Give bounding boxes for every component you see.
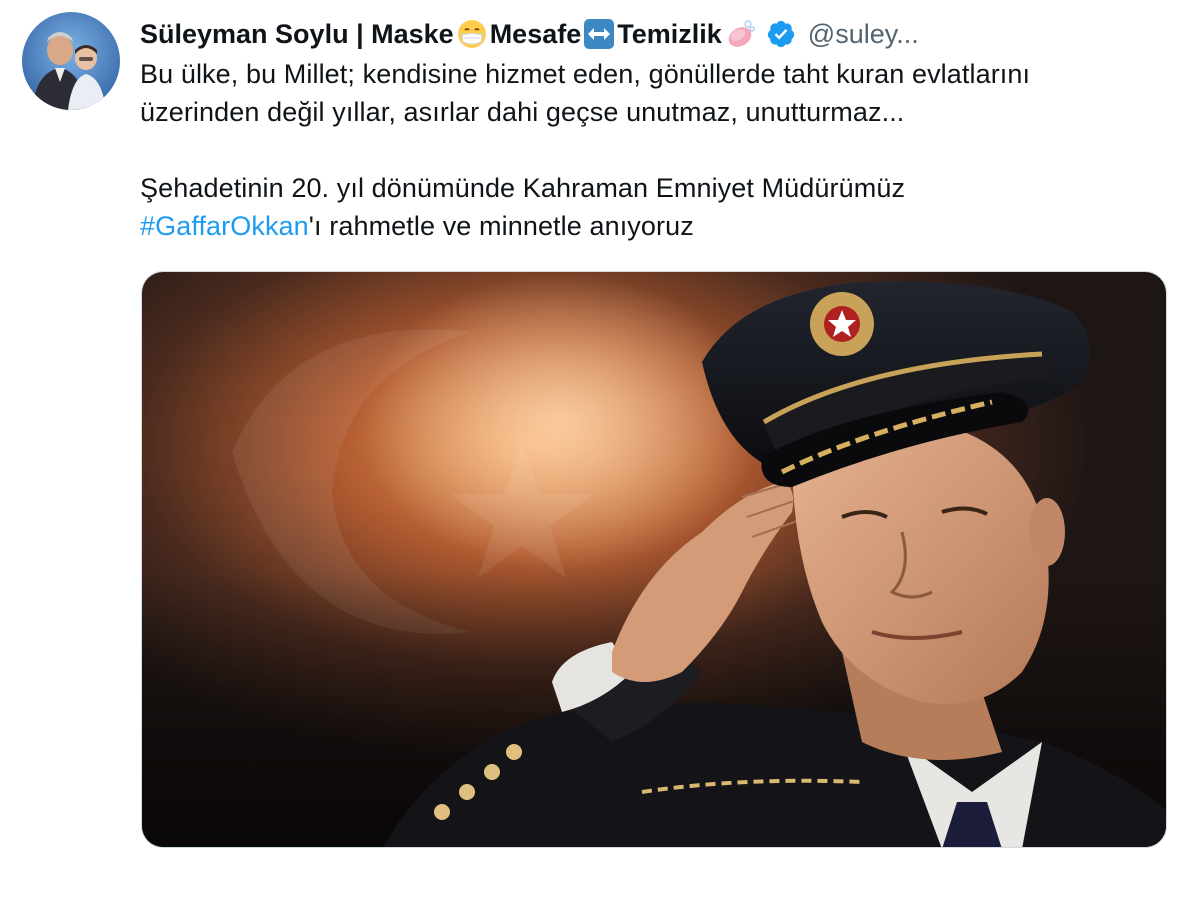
- face-with-medical-mask-icon: [457, 20, 486, 48]
- saluting-officer-photo: [142, 272, 1166, 847]
- tweet-text-line: Bu ülke, bu Millet; kendisine hizmet ede…: [140, 59, 1031, 89]
- tweet-text-line: #GaffarOkkan'ı rahmetle ve minnetle anıy…: [140, 207, 1160, 245]
- avatar-photo-icon: [22, 12, 120, 110]
- soap-icon: [728, 20, 755, 47]
- tweet-media[interactable]: [141, 271, 1167, 848]
- tweet-header: Süleyman Soylu | Maske Mesafe Temizlik @…: [140, 12, 919, 56]
- left-right-arrow-icon: [584, 19, 615, 49]
- display-name-part: Temizlik: [617, 18, 722, 49]
- tweet-card: Süleyman Soylu | Maske Mesafe Temizlik @…: [0, 0, 1200, 914]
- avatar[interactable]: [22, 12, 120, 110]
- verified-badge-icon: [767, 20, 794, 48]
- display-name-part: Mesafe: [489, 18, 582, 49]
- tweet-text-line: Şehadetinin 20. yıl dönümünde Kahraman E…: [140, 173, 906, 203]
- display-name[interactable]: Süleyman Soylu | Maske Mesafe Temizlik: [140, 18, 758, 50]
- display-name-part: Süleyman Soylu | Maske: [140, 18, 454, 49]
- user-handle[interactable]: @suley...: [808, 19, 919, 50]
- tweet-text: Bu ülke, bu Millet; kendisine hizmet ede…: [140, 55, 1160, 245]
- tweet-text-suffix: 'ı rahmetle ve minnetle anıyoruz: [308, 211, 694, 241]
- hashtag-link[interactable]: #GaffarOkkan: [140, 211, 309, 241]
- tweet-text-line: üzerinden değil yıllar, asırlar dahi geç…: [140, 97, 905, 127]
